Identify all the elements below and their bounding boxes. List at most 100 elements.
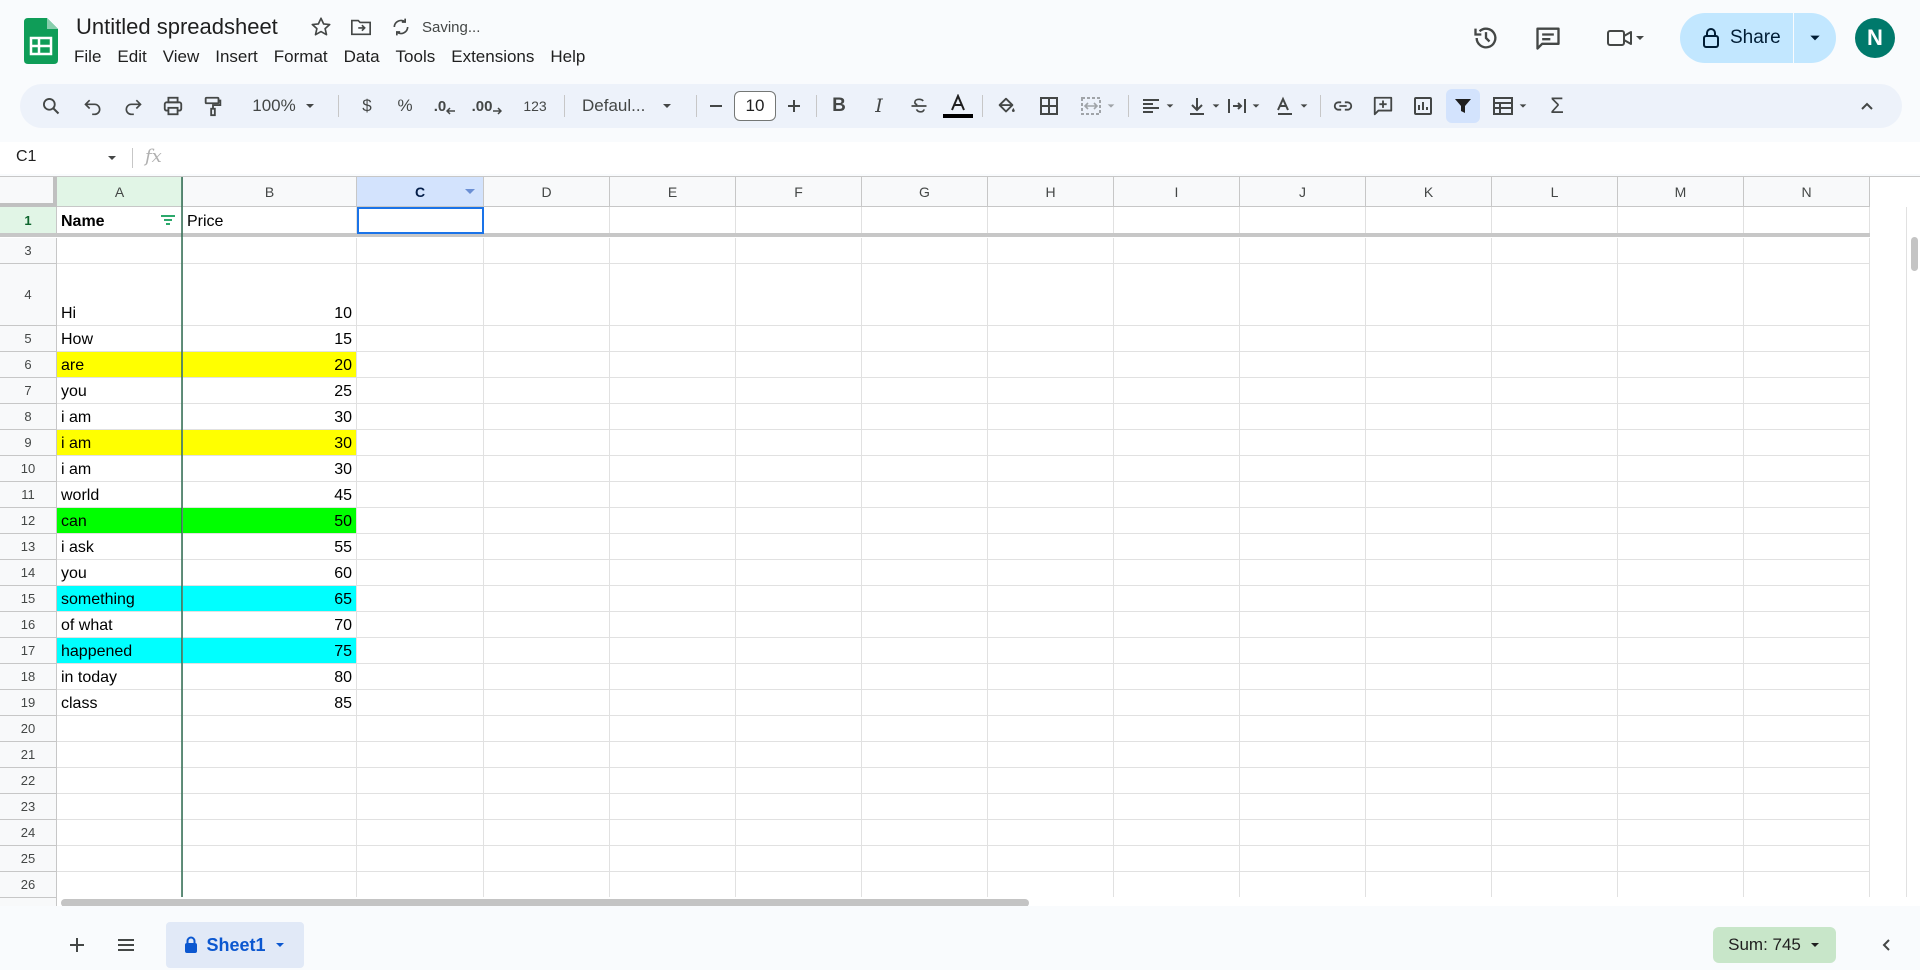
- column-header-i[interactable]: I: [1114, 177, 1240, 207]
- cell-h25[interactable]: [988, 846, 1114, 872]
- menu-help[interactable]: Help: [542, 46, 593, 68]
- cell-n17[interactable]: [1744, 638, 1870, 664]
- cell-m3[interactable]: [1618, 238, 1744, 264]
- cell-h24[interactable]: [988, 820, 1114, 846]
- cell-c9[interactable]: [357, 430, 484, 456]
- horizontal-scrollbar[interactable]: [57, 897, 1907, 906]
- cell-k10[interactable]: [1366, 456, 1492, 482]
- cell-g25[interactable]: [862, 846, 988, 872]
- cell-g9[interactable]: [862, 430, 988, 456]
- cell-h4[interactable]: [988, 264, 1114, 326]
- cell-k15[interactable]: [1366, 586, 1492, 612]
- cell-n22[interactable]: [1744, 768, 1870, 794]
- row-header-22[interactable]: 22: [0, 768, 57, 794]
- cell-g17[interactable]: [862, 638, 988, 664]
- cell-e14[interactable]: [610, 560, 736, 586]
- cell-d18[interactable]: [484, 664, 610, 690]
- cell-k4[interactable]: [1366, 264, 1492, 326]
- cell-f4[interactable]: [736, 264, 862, 326]
- cell-c26[interactable]: [357, 872, 484, 898]
- cell-c24[interactable]: [357, 820, 484, 846]
- cell-b18[interactable]: 80: [183, 664, 357, 690]
- frozen-column-divider[interactable]: [181, 177, 183, 906]
- cell-d20[interactable]: [484, 716, 610, 742]
- search-menus-button[interactable]: [34, 89, 68, 123]
- cell-l24[interactable]: [1492, 820, 1618, 846]
- cell-n12[interactable]: [1744, 508, 1870, 534]
- cell-g14[interactable]: [862, 560, 988, 586]
- cell-i20[interactable]: [1114, 716, 1240, 742]
- cell-a26[interactable]: [57, 872, 183, 898]
- cell-m1[interactable]: [1618, 207, 1744, 234]
- cell-c11[interactable]: [357, 482, 484, 508]
- row-header-13[interactable]: 13: [0, 534, 57, 560]
- font-family-select[interactable]: Defaul...: [572, 89, 690, 123]
- cell-f21[interactable]: [736, 742, 862, 768]
- cell-l20[interactable]: [1492, 716, 1618, 742]
- cell-h13[interactable]: [988, 534, 1114, 560]
- cell-h21[interactable]: [988, 742, 1114, 768]
- cell-g22[interactable]: [862, 768, 988, 794]
- cell-n11[interactable]: [1744, 482, 1870, 508]
- cell-f14[interactable]: [736, 560, 862, 586]
- cell-h12[interactable]: [988, 508, 1114, 534]
- move-to-folder-icon[interactable]: [348, 14, 374, 40]
- cell-b22[interactable]: [183, 768, 357, 794]
- cell-b16[interactable]: 70: [183, 612, 357, 638]
- cell-k3[interactable]: [1366, 238, 1492, 264]
- cell-f6[interactable]: [736, 352, 862, 378]
- cell-h14[interactable]: [988, 560, 1114, 586]
- cell-k25[interactable]: [1366, 846, 1492, 872]
- cell-j3[interactable]: [1240, 238, 1366, 264]
- cell-d19[interactable]: [484, 690, 610, 716]
- cell-g5[interactable]: [862, 326, 988, 352]
- cell-l7[interactable]: [1492, 378, 1618, 404]
- print-button[interactable]: [156, 89, 190, 123]
- cell-f12[interactable]: [736, 508, 862, 534]
- cell-m20[interactable]: [1618, 716, 1744, 742]
- cell-g12[interactable]: [862, 508, 988, 534]
- cell-n23[interactable]: [1744, 794, 1870, 820]
- cell-m17[interactable]: [1618, 638, 1744, 664]
- cell-b5[interactable]: 15: [183, 326, 357, 352]
- increase-font-size-button[interactable]: [780, 89, 808, 123]
- sheets-logo-icon[interactable]: [24, 18, 58, 64]
- cell-b6[interactable]: 20: [183, 352, 357, 378]
- cell-i8[interactable]: [1114, 404, 1240, 430]
- cell-e26[interactable]: [610, 872, 736, 898]
- cell-e1[interactable]: [610, 207, 736, 234]
- cell-a24[interactable]: [57, 820, 183, 846]
- cell-e21[interactable]: [610, 742, 736, 768]
- cell-d17[interactable]: [484, 638, 610, 664]
- cell-a5[interactable]: How: [57, 326, 183, 352]
- cell-j1[interactable]: [1240, 207, 1366, 234]
- cell-l8[interactable]: [1492, 404, 1618, 430]
- cell-n6[interactable]: [1744, 352, 1870, 378]
- cell-n13[interactable]: [1744, 534, 1870, 560]
- cell-i26[interactable]: [1114, 872, 1240, 898]
- cell-k17[interactable]: [1366, 638, 1492, 664]
- cell-c6[interactable]: [357, 352, 484, 378]
- cell-a25[interactable]: [57, 846, 183, 872]
- cell-b12[interactable]: 50: [183, 508, 357, 534]
- cell-a6[interactable]: are: [57, 352, 183, 378]
- cell-g10[interactable]: [862, 456, 988, 482]
- format-currency-button[interactable]: $: [350, 89, 384, 123]
- cell-l5[interactable]: [1492, 326, 1618, 352]
- cell-m22[interactable]: [1618, 768, 1744, 794]
- cell-b7[interactable]: 25: [183, 378, 357, 404]
- cell-a22[interactable]: [57, 768, 183, 794]
- cell-b15[interactable]: 65: [183, 586, 357, 612]
- vertical-scrollbar[interactable]: [1906, 207, 1920, 906]
- cell-j18[interactable]: [1240, 664, 1366, 690]
- vertical-scroll-thumb[interactable]: [1911, 237, 1918, 271]
- cell-h16[interactable]: [988, 612, 1114, 638]
- cell-d10[interactable]: [484, 456, 610, 482]
- menu-format[interactable]: Format: [266, 46, 336, 68]
- all-sheets-button[interactable]: [109, 928, 143, 962]
- row-header-25[interactable]: 25: [0, 846, 57, 872]
- cell-m10[interactable]: [1618, 456, 1744, 482]
- borders-button[interactable]: [1032, 89, 1066, 123]
- cell-f11[interactable]: [736, 482, 862, 508]
- cell-h15[interactable]: [988, 586, 1114, 612]
